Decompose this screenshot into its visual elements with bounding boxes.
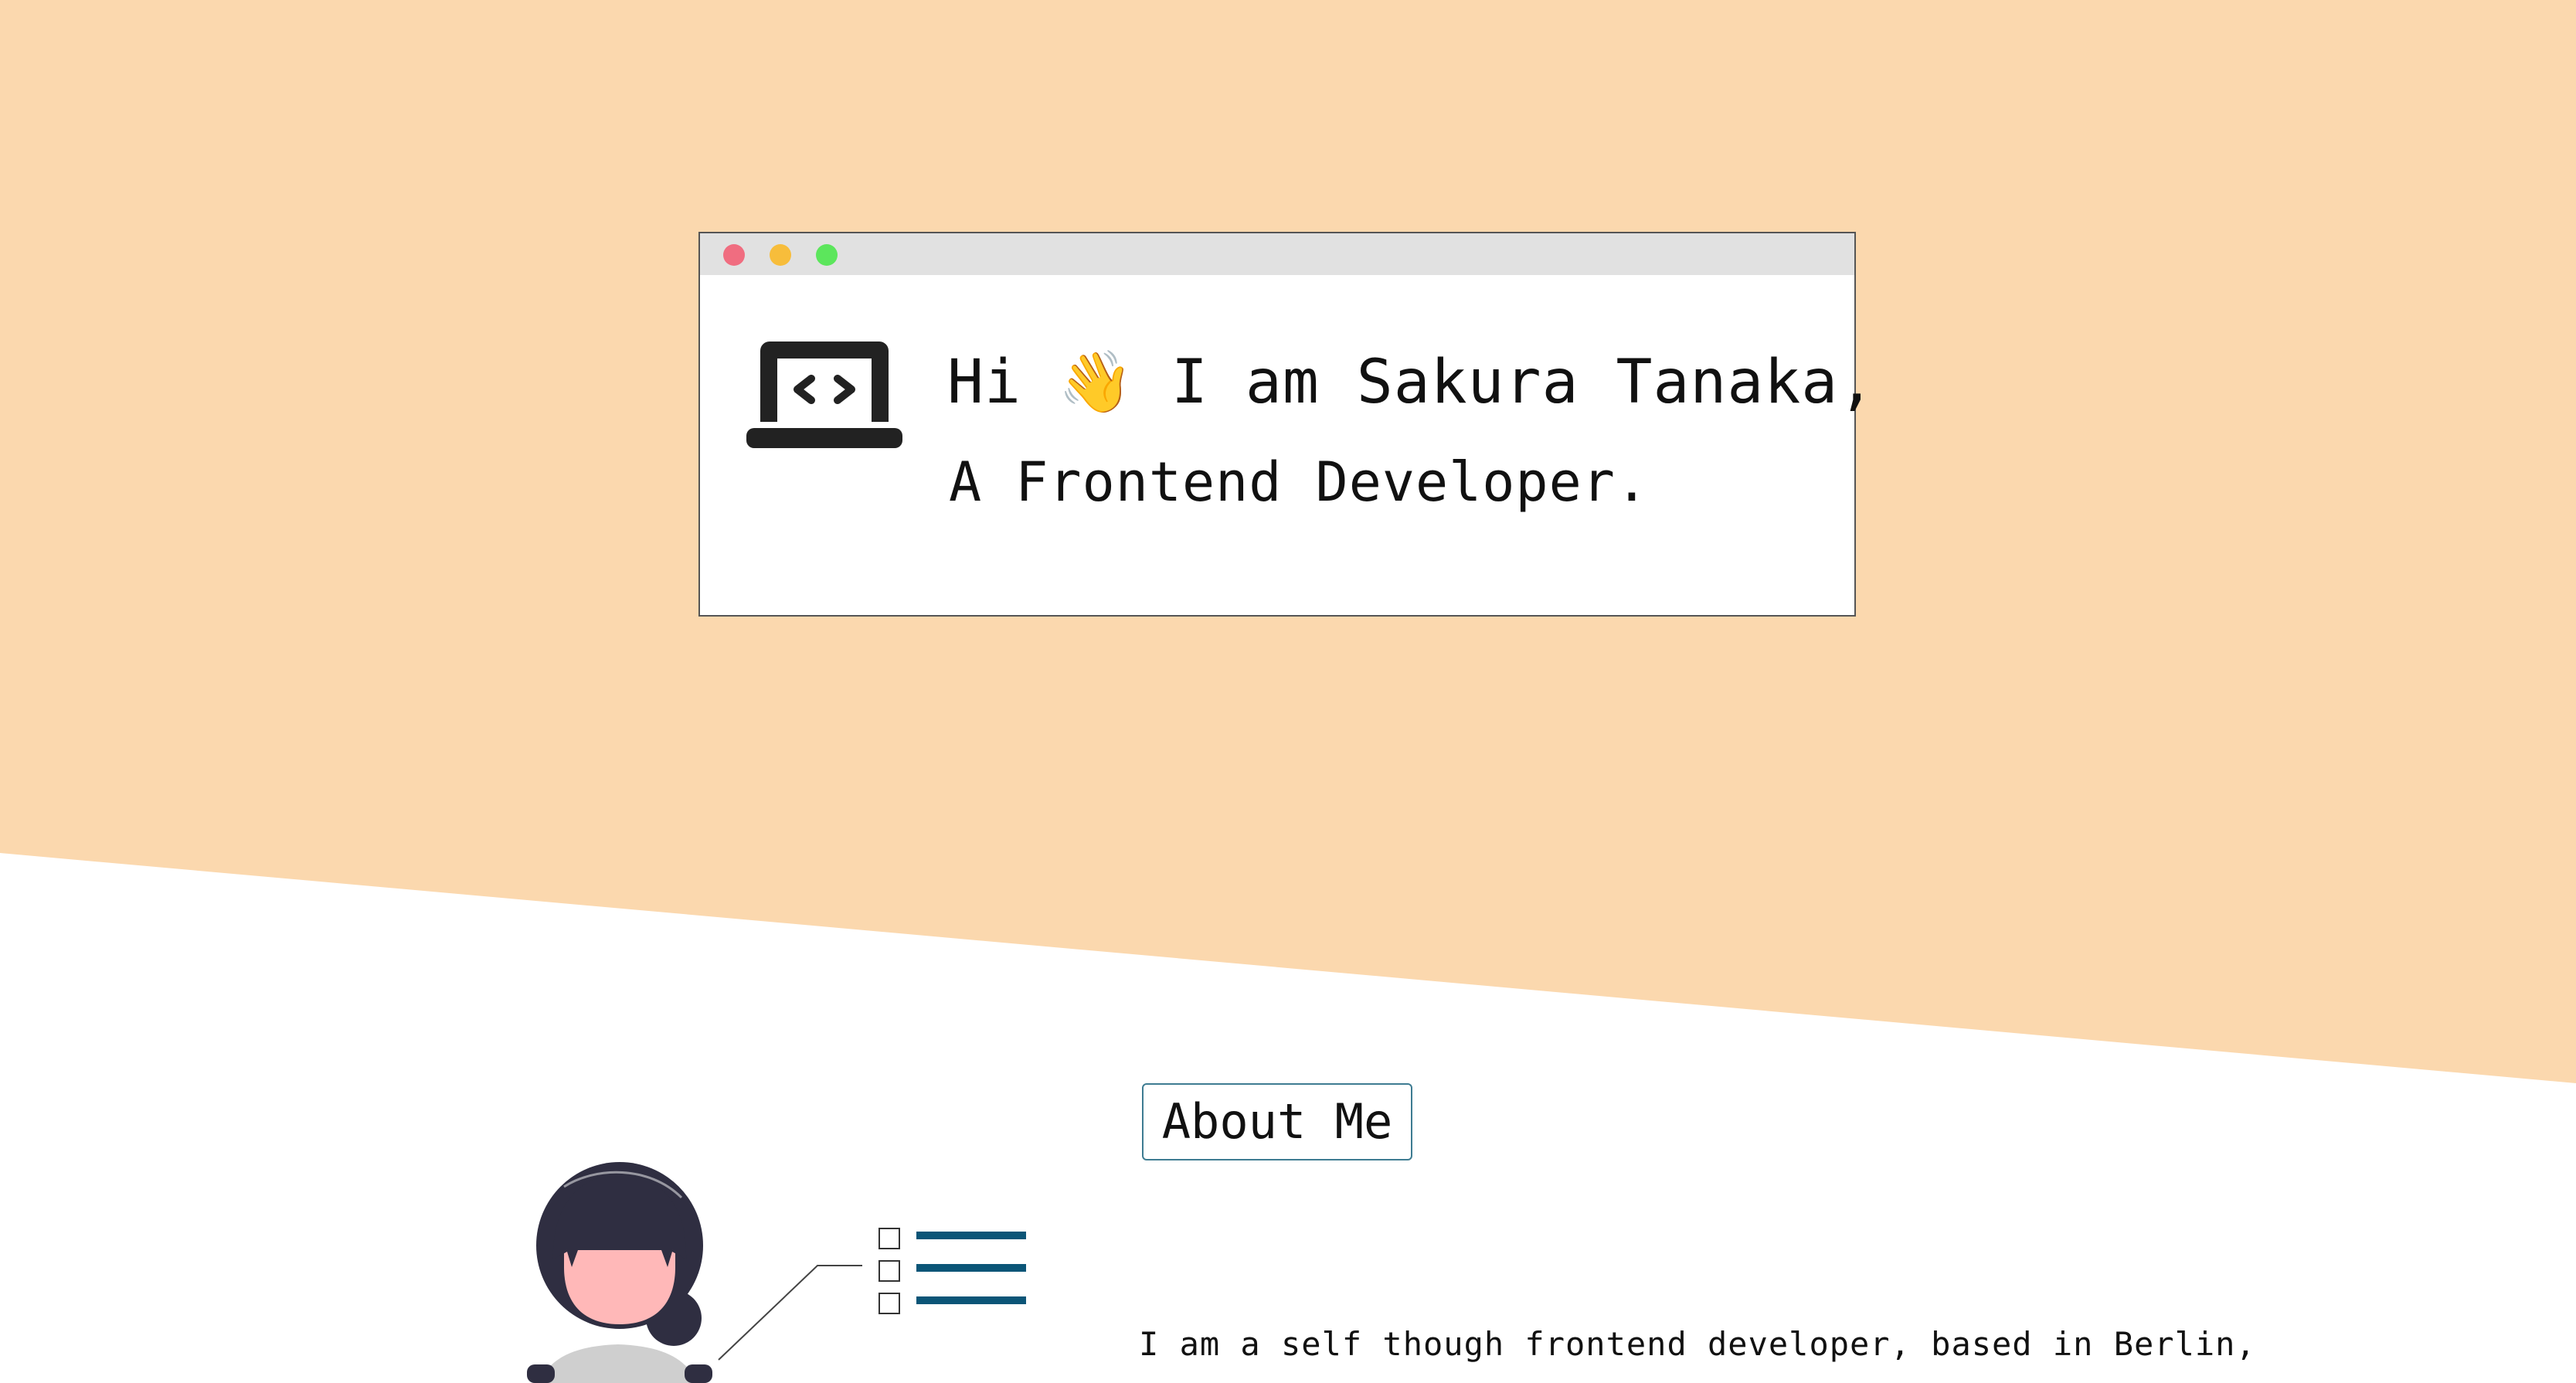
person-figure <box>527 1162 712 1383</box>
developer-illustration <box>527 1162 1026 1383</box>
greeting-prefix: Hi <box>947 348 1059 417</box>
hero-role: A Frontend Developer. <box>949 450 1650 514</box>
close-dot-icon <box>723 244 745 266</box>
maximize-dot-icon <box>816 244 838 266</box>
browser-window-card: Hi 👋 I am Sakura Tanaka, A Frontend Deve… <box>698 232 1874 617</box>
greeting-suffix: I am Sakura Tanaka, <box>1134 348 1876 417</box>
laptop-code-icon <box>746 342 902 448</box>
hero-greeting: Hi 👋 I am Sakura Tanaka, <box>947 340 1875 425</box>
pointer-line <box>718 1265 862 1361</box>
waving-hand-emoji-icon: 👋 <box>1058 348 1135 417</box>
about-me-heading: About Me <box>1142 1083 1412 1160</box>
window-title-bar <box>700 233 1854 275</box>
checklist-icon <box>878 1228 1026 1314</box>
minimize-dot-icon <box>770 244 791 266</box>
about-description: I am a self though frontend developer, b… <box>1139 1325 2256 1363</box>
